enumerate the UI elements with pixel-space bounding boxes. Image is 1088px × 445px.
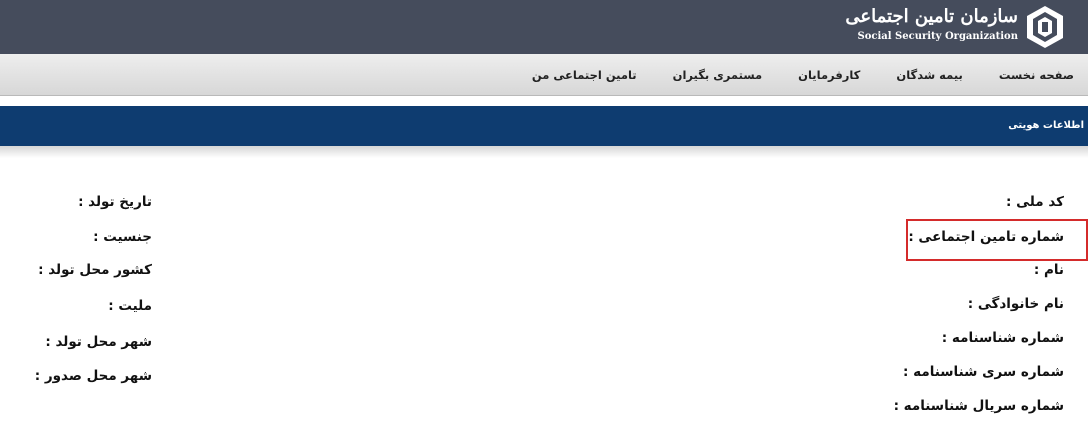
label-birth-country: کشور محل تولد : [38,262,152,278]
label-first-name: نام : [1033,262,1064,278]
nav-item-employers[interactable]: کارفرمایان [798,68,860,82]
main-nav: صفحه نخست بیمه شدگان کارفرمایان مستمری ب… [0,54,1088,96]
section-divider [0,146,1088,158]
label-national-code: کد ملی : [1006,194,1064,210]
nav-item-my-ssa[interactable]: تامین اجتماعی من [532,68,637,82]
label-id-number: شماره شناسنامه : [941,330,1064,346]
ssa-logo-icon[interactable] [1024,4,1066,50]
nav-item-insured[interactable]: بیمه شدگان [896,68,962,82]
nav-item-home[interactable]: صفحه نخست [999,68,1074,82]
label-birth-city: شهر محل تولد : [45,334,152,350]
label-nationality: ملیت : [108,298,152,314]
label-gender: جنسیت : [93,229,152,245]
label-id-series: شماره سری شناسنامه : [903,364,1064,380]
nav-item-pensioners[interactable]: مستمری بگیران [673,68,763,82]
label-id-serial: شماره سریال شناسنامه : [893,398,1064,414]
org-name-english: Social Security Organization [857,31,1019,42]
label-issue-city: شهر محل صدور : [34,368,152,384]
section-header: اطلاعات هویتی [0,106,1088,146]
section-title: اطلاعات هویتی [1008,120,1084,131]
label-birth-date: تاریخ تولد : [78,194,152,210]
org-name-persian: سازمان تامین اجتماعی [845,6,1018,27]
highlight-box [906,219,1088,261]
label-last-name: نام خانوادگی : [967,296,1064,312]
site-header: سازمان تامین اجتماعی Social Security Org… [0,0,1088,54]
